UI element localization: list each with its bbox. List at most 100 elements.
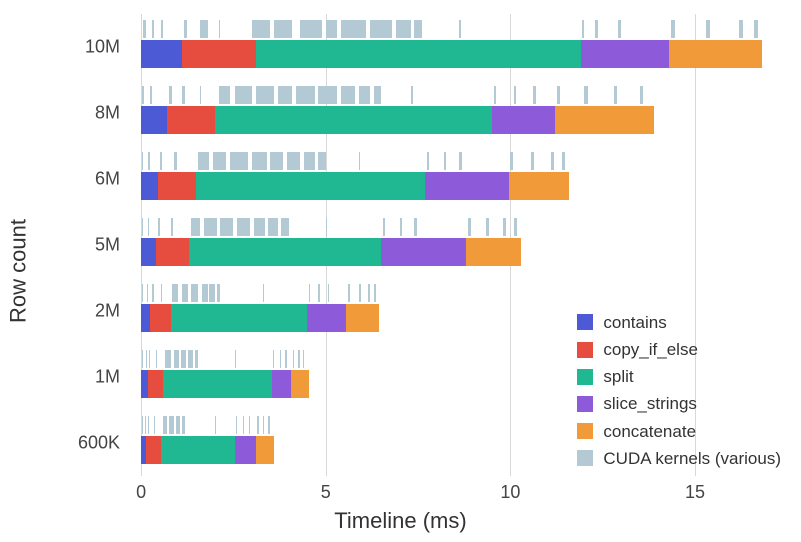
kernel-tick [174,350,179,368]
kernel-tick [595,20,597,38]
kernel-band [130,20,780,38]
kernel-tick [326,218,327,236]
bar-band [130,106,780,134]
segment-slice_strings [307,304,346,332]
legend-item: CUDA kernels (various) [577,445,781,472]
kernel-tick [582,20,584,38]
segment-slice_strings [581,40,670,68]
swatch-icon [577,450,593,466]
kernel-tick [142,152,143,170]
segment-split [171,304,308,332]
kernel-tick [296,86,314,104]
y-tick-label: 2M [95,301,130,322]
kernel-band [130,86,780,104]
segment-concatenate [509,172,570,200]
kernel-tick [217,284,221,302]
segment-slice_strings [492,106,555,134]
kernel-tick [142,284,143,302]
kernel-tick [181,350,186,368]
legend-label: concatenate [603,418,696,445]
kernel-tick [328,284,330,302]
kernel-tick [298,350,299,368]
kernel-tick [468,218,471,236]
kernel-tick [486,218,489,236]
kernel-tick [318,152,325,170]
segment-contains [141,238,156,266]
kernel-tick [584,86,588,104]
kernel-tick [411,86,413,104]
kernel-tick [156,350,157,368]
segment-contains [141,304,150,332]
kernel-tick [459,20,461,38]
segment-slice_strings [272,370,290,398]
swatch-icon [577,423,593,439]
kernel-tick [309,284,310,302]
kernel-tick [300,20,322,38]
kernel-tick [237,218,250,236]
kernel-tick [209,284,215,302]
kernel-tick [169,416,173,434]
kernel-tick [281,218,288,236]
kernel-tick [614,86,618,104]
kernel-tick [147,284,148,302]
kernel-tick [359,86,370,104]
segment-slice_strings [235,436,255,464]
kernel-tick [427,152,429,170]
kernel-tick [368,284,370,302]
segment-concatenate [669,40,761,68]
segment-contains [141,370,148,398]
y-tick-label: 6M [95,169,130,190]
kernel-tick [148,416,149,434]
swatch-icon [577,369,593,385]
kernel-tick [158,218,161,236]
kernel-tick [172,284,178,302]
segment-copy_if_else [156,238,189,266]
kernel-tick [278,86,293,104]
kernel-tick [273,350,274,368]
kernel-tick [215,416,216,434]
kernel-tick [514,218,517,236]
kernel-tick [163,416,167,434]
legend-label: split [603,363,633,390]
kernel-tick [165,350,171,368]
segment-slice_strings [381,238,466,266]
kernel-band [130,284,780,302]
bar-band [130,40,780,68]
kernel-tick [213,152,226,170]
x-axis-label: Timeline (ms) [334,508,466,534]
y-tick-label: 5M [95,235,130,256]
kernel-tick [754,20,758,38]
kernel-tick [154,416,155,434]
kernel-tick [263,416,264,434]
kernel-tick [374,86,381,104]
kernel-tick [274,20,292,38]
x-tick-label: 15 [685,476,705,503]
kernel-tick [188,350,192,368]
kernel-tick [142,416,143,434]
legend-item: slice_strings [577,390,781,417]
kernel-tick [182,86,186,104]
segment-split [189,238,381,266]
kernel-tick [551,152,554,170]
kernel-tick [270,152,283,170]
kernel-tick [444,152,446,170]
kernel-tick [219,20,220,38]
kernel-tick [230,152,248,170]
kernel-tick [160,152,163,170]
kernel-tick [184,20,188,38]
kernel-tick [341,86,356,104]
legend-label: copy_if_else [603,336,698,363]
segment-copy_if_else [150,304,170,332]
kernel-tick [359,284,361,302]
kernel-tick [200,20,207,38]
kernel-tick [254,218,265,236]
kernel-tick [514,86,516,104]
legend-item: split [577,363,781,390]
kernel-band [130,152,780,170]
kernel-tick [618,20,622,38]
legend-item: copy_if_else [577,336,781,363]
segment-copy_if_else [158,172,197,200]
kernel-tick [318,284,319,302]
kernel-tick [304,152,315,170]
kernel-tick [146,350,147,368]
